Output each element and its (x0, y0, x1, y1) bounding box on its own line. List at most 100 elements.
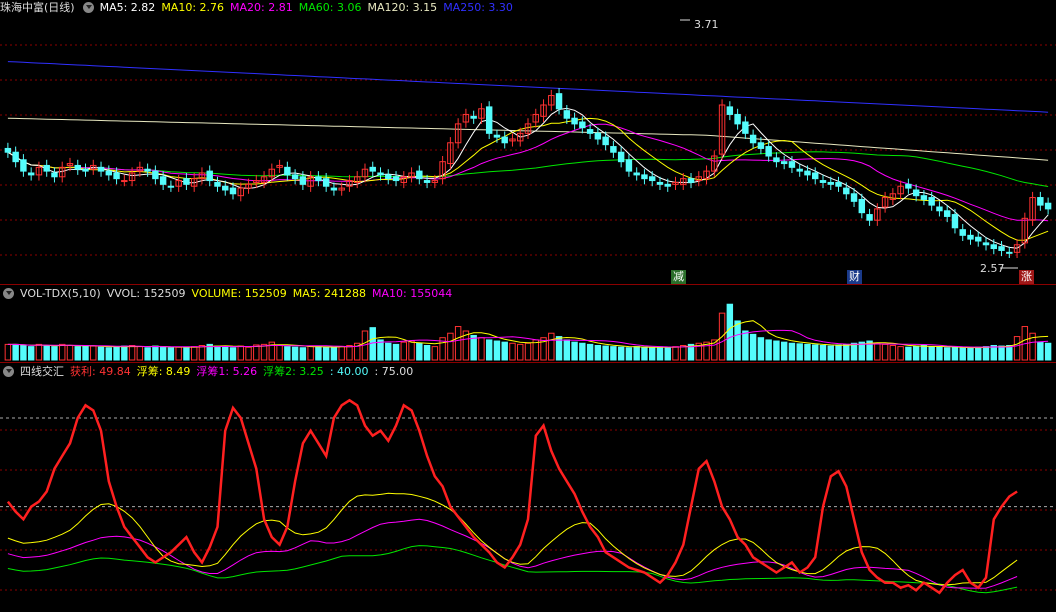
volume-bar (470, 334, 477, 361)
candle-body (742, 121, 749, 134)
volume-ma10-line (7, 329, 1049, 348)
volume-bar (284, 346, 291, 361)
volume-bar (571, 341, 578, 361)
candle-body (113, 172, 120, 180)
candle-body (773, 157, 780, 163)
volume-bar (385, 342, 392, 361)
volume-bar (827, 345, 834, 361)
volume-bar (742, 330, 749, 361)
volume-bar (408, 340, 415, 361)
volume-bar (656, 346, 664, 361)
candle-body (843, 187, 850, 195)
chart-canvas[interactable] (0, 0, 1056, 612)
volume-bar (943, 347, 951, 361)
volume-bar (998, 345, 1005, 361)
candle-body (726, 106, 734, 115)
candle-body (633, 172, 640, 176)
candle-body (905, 183, 912, 189)
volume-bar (874, 342, 881, 361)
candle-body (788, 161, 796, 168)
volume-bar (128, 345, 136, 361)
volume-bar (843, 343, 850, 361)
candle-body (416, 170, 423, 180)
volume-bar (633, 346, 640, 361)
candle-body (858, 198, 866, 214)
volume-bar (579, 342, 586, 361)
marker-finance[interactable]: 财 (847, 270, 862, 284)
volume-bar (423, 345, 431, 361)
volume-bar (563, 339, 571, 361)
candle-body (641, 174, 648, 180)
volume-bar (245, 346, 252, 361)
candle-body (796, 168, 803, 172)
candle-body (392, 176, 400, 182)
volume-bar (928, 346, 935, 361)
volume-bar (43, 345, 50, 361)
candle-body (967, 234, 974, 240)
volume-bar (765, 339, 772, 361)
candle-body (975, 236, 982, 242)
candle-body (687, 178, 695, 183)
volume-bar (912, 345, 920, 361)
volume-bar (812, 344, 819, 361)
volume-bar (517, 343, 524, 361)
volume-bar (90, 345, 97, 361)
candle-body (928, 197, 935, 206)
candle-body (835, 181, 842, 187)
candle-body (206, 170, 213, 182)
candle-body (485, 106, 493, 134)
volume-bar (59, 343, 66, 361)
volume-bar (1037, 341, 1044, 361)
volume-bar (959, 347, 966, 361)
candle-body (648, 176, 656, 182)
candle-body (121, 180, 128, 183)
volume-bar (431, 346, 439, 361)
candle-body (1037, 197, 1044, 206)
volume-bar (338, 346, 345, 361)
volume-bar (12, 343, 19, 361)
candle-body (1044, 202, 1052, 210)
volume-bar (222, 346, 229, 361)
volume-bar (617, 346, 625, 361)
volume-bar (749, 333, 757, 361)
candle-body (827, 181, 834, 185)
volume-bar (664, 347, 671, 361)
volume-bar (780, 341, 788, 361)
volume-bar (322, 346, 330, 361)
volume-bar (982, 346, 990, 361)
candle-body (959, 229, 966, 236)
volume-bar (672, 346, 679, 361)
marker-rise[interactable]: 涨 (1019, 270, 1034, 284)
marker-reduce[interactable]: 减 (671, 270, 686, 284)
candle-body (377, 172, 384, 176)
volume-bar (152, 345, 159, 361)
candle-body (998, 246, 1005, 251)
volume-bar (788, 342, 796, 361)
volume-bar (819, 345, 827, 361)
candle-body (563, 110, 571, 119)
candle-body (866, 214, 873, 221)
candle-body (385, 174, 392, 180)
volume-bar (159, 346, 167, 361)
volume-bar (113, 346, 120, 361)
volume-bar (315, 346, 322, 361)
candle-body (20, 159, 27, 172)
volume-bar (1044, 342, 1052, 361)
volume-bar (680, 345, 687, 361)
volume-bar (881, 343, 889, 361)
float1-line (7, 518, 1018, 589)
candle-body (602, 136, 609, 146)
candle-body (625, 159, 633, 172)
candle-body (423, 180, 431, 183)
volume-bar (447, 332, 454, 361)
candle-body (470, 115, 477, 119)
volume-bar (214, 345, 221, 361)
volume-bar (897, 346, 904, 361)
candle-body (586, 129, 594, 134)
volume-bar (136, 346, 144, 361)
candle-body (152, 170, 159, 180)
candle-body (594, 132, 602, 140)
volume-bar (625, 347, 633, 361)
candle-body (664, 183, 671, 187)
candle-body (501, 136, 508, 144)
